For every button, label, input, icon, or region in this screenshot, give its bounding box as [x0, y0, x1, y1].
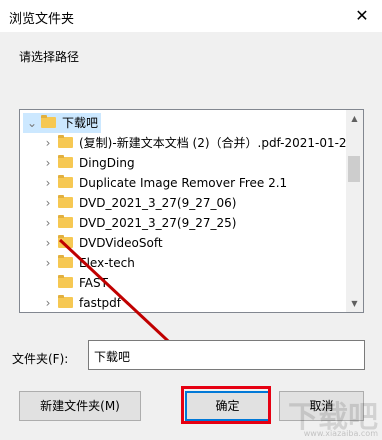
tree-item-label: DVD_2021_3_27(9_27_25) [79, 216, 237, 230]
vertical-scrollbar[interactable]: ▲ ▼ [346, 110, 363, 312]
folder-name-input[interactable]: 下载吧 [88, 340, 365, 370]
folder-icon [58, 275, 73, 288]
folder-icon [58, 195, 73, 208]
tree-item[interactable]: › DVD_2021_3_27(9_27_06) [20, 193, 320, 213]
folder-icon [58, 235, 73, 248]
chevron-right-icon[interactable]: › [42, 213, 54, 233]
tree-item-label: 下载吧 [62, 116, 99, 130]
dialog-title: 浏览文件夹 [9, 12, 75, 27]
chevron-right-icon[interactable]: › [42, 173, 54, 193]
title-bar: 浏览文件夹 ✕ [0, 0, 382, 32]
folder-icon [58, 175, 73, 188]
chevron-right-icon[interactable]: › [42, 153, 54, 173]
tree-item-label: DVD_2021_3_27(9_27_06) [79, 196, 237, 210]
tree-item[interactable]: › DingDing [20, 153, 320, 173]
highlight-box [181, 386, 271, 424]
chevron-right-icon[interactable]: › [42, 133, 54, 153]
tree-item[interactable]: › fastpdf [20, 293, 320, 312]
tree-viewport: ⌄ 下载吧 › (复制)-新建文本文档 (2)（合并）.pdf-2021-01-… [20, 110, 347, 312]
tree-item[interactable]: › DVDVideoSoft [20, 233, 320, 253]
tree-item-label: FAST [79, 276, 108, 290]
tree-item[interactable]: › DVD_2021_3_27(9_27_25) [20, 213, 320, 233]
folder-field-label: 文件夹(F): [12, 352, 69, 366]
tree-item-label: Elex-tech [79, 256, 135, 270]
tree-item[interactable]: › (复制)-新建文本文档 (2)（合并）.pdf-2021-01-25 [20, 133, 347, 153]
folder-icon [58, 215, 73, 228]
chevron-right-icon[interactable]: › [42, 193, 54, 213]
tree-item-root[interactable]: ⌄ 下载吧 [23, 113, 101, 133]
folder-icon [58, 295, 73, 308]
folder-icon [58, 155, 73, 168]
tree-item-label: DingDing [79, 156, 135, 170]
tree-item-label: fastpdf [79, 296, 121, 310]
chevron-right-icon[interactable]: › [42, 253, 54, 273]
close-icon[interactable]: ✕ [348, 2, 376, 30]
tree-item-label: Duplicate Image Remover Free 2.1 [79, 176, 288, 190]
tree-item-label: DVDVideoSoft [79, 236, 163, 250]
folder-tree[interactable]: ⌄ 下载吧 › (复制)-新建文本文档 (2)（合并）.pdf-2021-01-… [19, 109, 364, 313]
folder-name-value: 下载吧 [94, 350, 131, 364]
watermark-url: www.xiazaiba.com [303, 429, 378, 438]
prompt-text: 请选择路径 [19, 50, 80, 64]
scroll-up-icon[interactable]: ▲ [346, 110, 363, 127]
tree-item[interactable]: FAST [20, 273, 320, 293]
folder-icon [41, 115, 56, 128]
folder-icon [58, 255, 73, 268]
new-folder-button[interactable]: 新建文件夹(M) [19, 391, 141, 421]
tree-item[interactable]: › Elex-tech [20, 253, 320, 273]
tree-item[interactable]: › Duplicate Image Remover Free 2.1 [20, 173, 320, 193]
chevron-right-icon[interactable]: › [42, 233, 54, 253]
chevron-right-icon[interactable]: › [42, 293, 54, 312]
chevron-down-icon[interactable]: ⌄ [26, 113, 38, 133]
scrollbar-thumb[interactable] [348, 156, 360, 182]
folder-icon [58, 135, 73, 148]
tree-item-label: (复制)-新建文本文档 (2)（合并）.pdf-2021-01-25 [79, 136, 347, 150]
scroll-down-icon[interactable]: ▼ [346, 295, 363, 312]
